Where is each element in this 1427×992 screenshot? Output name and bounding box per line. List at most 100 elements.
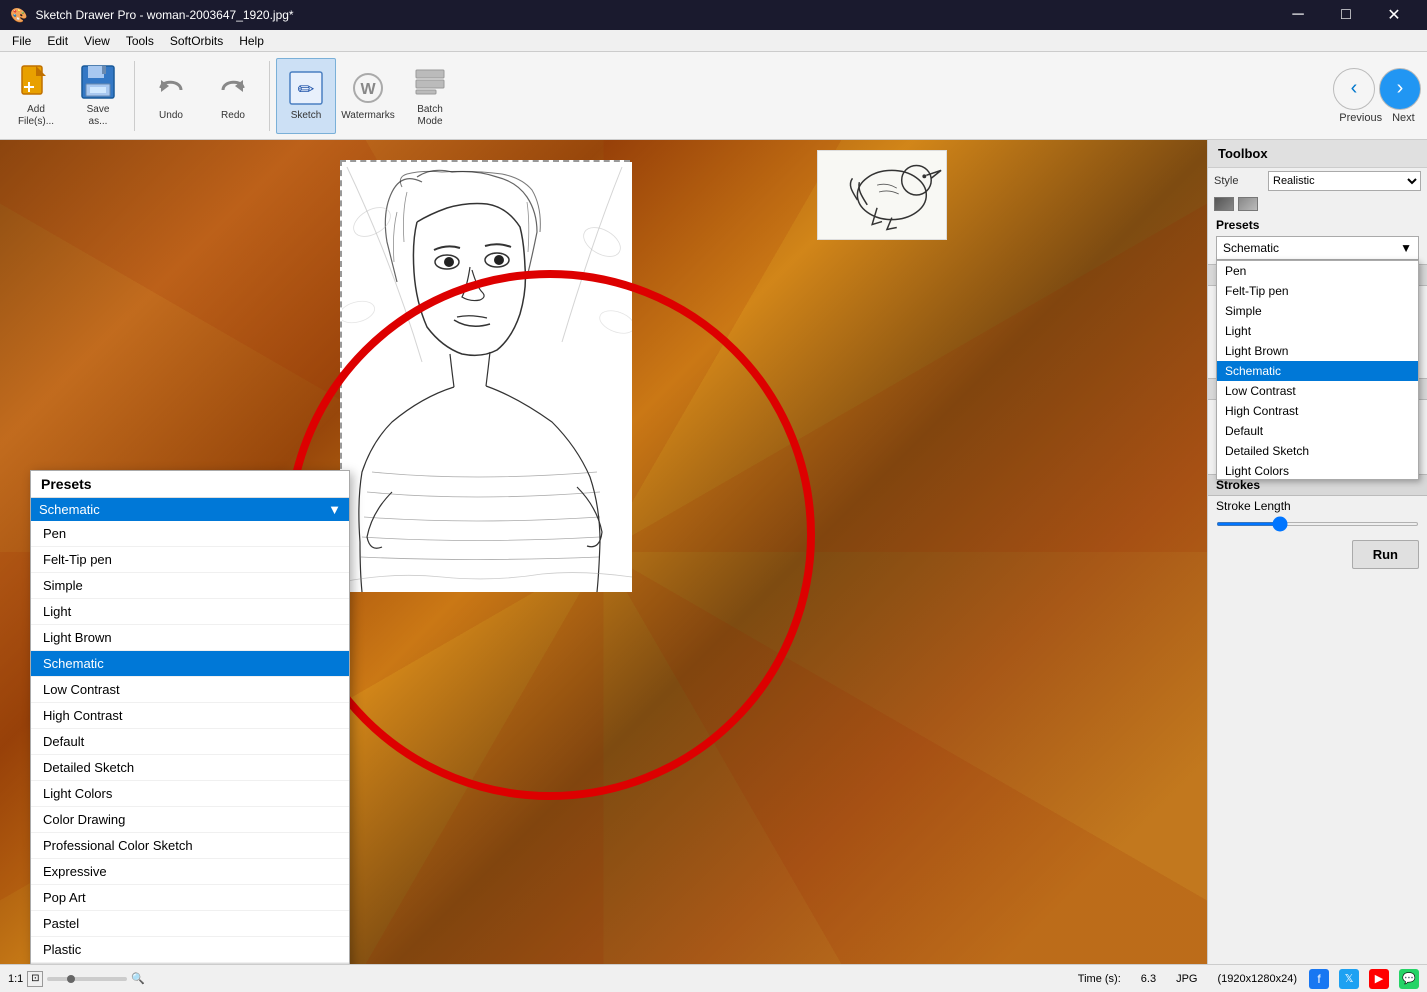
preset-option-default[interactable]: Default: [31, 729, 349, 755]
youtube-icon[interactable]: ▶: [1369, 969, 1389, 989]
menu-tools[interactable]: Tools: [118, 32, 162, 50]
close-button[interactable]: ✕: [1371, 0, 1417, 30]
preset-simple[interactable]: Simple: [1217, 301, 1418, 321]
preset-option-low-contrast[interactable]: Low Contrast: [31, 677, 349, 703]
zoom-slider-track[interactable]: [47, 977, 127, 981]
watermarks-icon: W: [350, 70, 386, 106]
preset-select-box[interactable]: Schematic ▼: [1216, 236, 1419, 260]
preset-option-light-brown[interactable]: Light Brown: [31, 625, 349, 651]
menu-edit[interactable]: Edit: [39, 32, 76, 50]
separator-1: [134, 61, 135, 131]
style-row: Style Realistic Cartoon Watercolor: [1208, 168, 1427, 194]
whatsapp-icon[interactable]: 💬: [1399, 969, 1419, 989]
save-as-button[interactable]: Saveas...: [68, 58, 128, 134]
zoom-level: 1:1: [8, 973, 23, 985]
next-button[interactable]: ›: [1379, 68, 1421, 110]
sketch-icon: ✏: [288, 70, 324, 106]
big-preset-selected-row[interactable]: Schematic ▼: [31, 498, 349, 521]
preset-option-simple[interactable]: Simple: [31, 573, 349, 599]
preset-selected-text: Schematic: [1223, 241, 1279, 255]
preset-light-brown[interactable]: Light Brown: [1217, 341, 1418, 361]
preset-detailed-sketch[interactable]: Detailed Sketch: [1217, 441, 1418, 461]
big-presets-dropdown[interactable]: Presets Schematic ▼ Pen Felt-Tip pen Sim…: [30, 470, 350, 964]
preset-option-light-colors[interactable]: Light Colors: [31, 781, 349, 807]
svg-text:✏: ✏: [298, 79, 315, 101]
app-icon: 🎨: [10, 7, 27, 24]
preset-light[interactable]: Light: [1217, 321, 1418, 341]
preset-chevron-icon: ▼: [1400, 241, 1412, 255]
toolbox-header: Toolbox: [1208, 140, 1427, 168]
twitter-icon[interactable]: 𝕏: [1339, 969, 1359, 989]
toolbar: AddFile(s)... Saveas... Undo: [0, 52, 1427, 140]
preset-option-felt-tip[interactable]: Felt-Tip pen: [31, 547, 349, 573]
facebook-icon[interactable]: f: [1309, 969, 1329, 989]
big-presets-label: Presets: [31, 471, 349, 498]
add-file-label: AddFile(s)...: [18, 104, 54, 128]
preset-high-contrast[interactable]: High Contrast: [1217, 401, 1418, 421]
maximize-button[interactable]: □: [1323, 0, 1369, 30]
menu-help[interactable]: Help: [231, 32, 272, 50]
zoom-area: 1:1 ⊡ 🔍: [8, 971, 145, 987]
navigation-area: ‹ › Previous Next: [1333, 68, 1421, 124]
status-right: f 𝕏 ▶ 💬: [1309, 969, 1419, 989]
preset-option-high-contrast[interactable]: High Contrast: [31, 703, 349, 729]
preset-pen[interactable]: Pen: [1217, 261, 1418, 281]
menu-view[interactable]: View: [76, 32, 118, 50]
canvas-area: Presets Schematic ▼ Pen Felt-Tip pen Sim…: [0, 140, 1207, 964]
watermarks-button[interactable]: W Watermarks: [338, 58, 398, 134]
stroke-length-row: Stroke Length: [1208, 496, 1427, 532]
run-area: Run: [1208, 532, 1427, 577]
sketch-canvas[interactable]: [340, 160, 630, 590]
nav-buttons: ‹ ›: [1333, 68, 1421, 110]
preset-option-expressive[interactable]: Expressive: [31, 859, 349, 885]
menu-file[interactable]: File: [4, 32, 39, 50]
zoom-slider-thumb[interactable]: [67, 975, 75, 983]
format-label: JPG: [1176, 973, 1197, 985]
preset-option-color-drawing[interactable]: Color Drawing: [31, 807, 349, 833]
add-file-button[interactable]: AddFile(s)...: [6, 58, 66, 134]
big-preset-selected-value: Schematic: [39, 502, 100, 517]
time-value: 6.3: [1141, 973, 1156, 985]
preset-default[interactable]: Default: [1217, 421, 1418, 441]
undo-icon: [153, 70, 189, 106]
preset-option-professional-color-sketch[interactable]: Professional Color Sketch: [31, 833, 349, 859]
status-middle: Time (s): 6.3 JPG (1920x1280x24): [1078, 973, 1297, 985]
watermarks-label: Watermarks: [341, 110, 395, 122]
run-button[interactable]: Run: [1352, 540, 1419, 569]
batch-mode-label: BatchMode: [417, 104, 443, 128]
style-label: Style: [1214, 175, 1264, 187]
preset-option-detailed-sketch[interactable]: Detailed Sketch: [31, 755, 349, 781]
preset-felt-tip[interactable]: Felt-Tip pen: [1217, 281, 1418, 301]
preset-icon-2: [1238, 197, 1258, 211]
preset-option-pop-art[interactable]: Pop Art: [31, 885, 349, 911]
sketch-button[interactable]: ✏ Sketch: [276, 58, 336, 134]
menu-softorbits[interactable]: SoftOrbits: [162, 32, 231, 50]
stroke-length-label: Stroke Length: [1216, 499, 1291, 513]
undo-button[interactable]: Undo: [141, 58, 201, 134]
preset-option-pastel[interactable]: Pastel: [31, 911, 349, 937]
window-controls: ─ □ ✕: [1275, 0, 1417, 30]
preset-option-plastic[interactable]: Plastic: [31, 937, 349, 963]
preset-dropdown-list[interactable]: Pen Felt-Tip pen Simple Light Light Brow…: [1216, 260, 1419, 480]
batch-mode-button[interactable]: BatchMode: [400, 58, 460, 134]
preset-schematic[interactable]: Schematic: [1217, 361, 1418, 381]
preset-low-contrast[interactable]: Low Contrast: [1217, 381, 1418, 401]
next-label: Next: [1392, 112, 1415, 124]
zoom-icon: 🔍: [131, 972, 145, 985]
preset-select-container: Schematic ▼ Pen Felt-Tip pen Simple Ligh…: [1216, 236, 1419, 260]
big-preset-list[interactable]: Pen Felt-Tip pen Simple Light Light Brow…: [31, 521, 349, 963]
stroke-length-slider[interactable]: [1216, 522, 1419, 526]
redo-button[interactable]: Redo: [203, 58, 263, 134]
preset-option-light[interactable]: Light: [31, 599, 349, 625]
preset-option-schematic[interactable]: Schematic: [31, 651, 349, 677]
dimensions-label: (1920x1280x24): [1217, 973, 1297, 985]
minimize-button[interactable]: ─: [1275, 0, 1321, 30]
svg-text:W: W: [360, 81, 376, 98]
preset-light-colors[interactable]: Light Colors: [1217, 461, 1418, 480]
bird-sketch-preview: [817, 150, 947, 240]
previous-button[interactable]: ‹: [1333, 68, 1375, 110]
zoom-fit-button[interactable]: ⊡: [27, 971, 43, 987]
save-icon: [80, 64, 116, 100]
preset-option-pen[interactable]: Pen: [31, 521, 349, 547]
style-dropdown[interactable]: Realistic Cartoon Watercolor: [1268, 171, 1421, 191]
